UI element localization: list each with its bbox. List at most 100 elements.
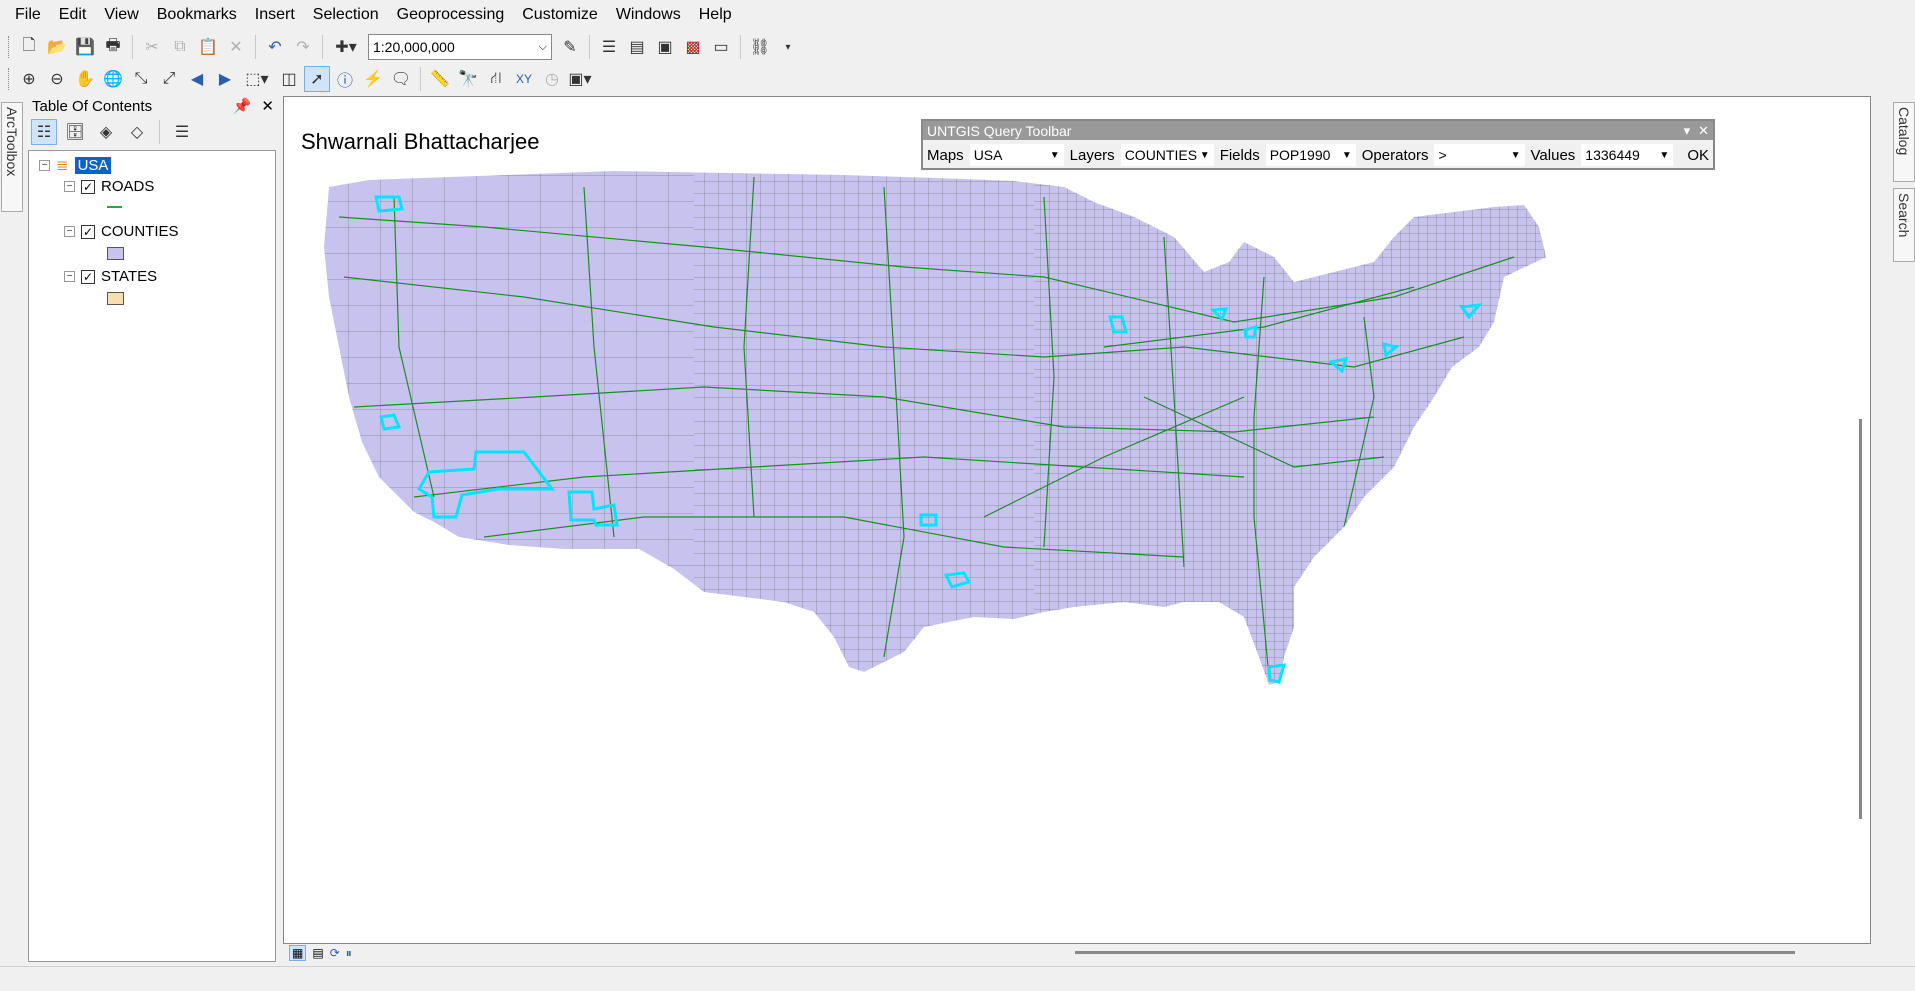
layer-visibility-checkbox[interactable]: ✓ <box>81 179 95 194</box>
menu-file[interactable]: File <box>6 0 50 30</box>
layer-visibility-checkbox[interactable]: ✓ <box>81 269 95 284</box>
time-slider-icon[interactable]: ◷ <box>539 66 565 92</box>
clear-selection-icon[interactable]: ◫ <box>276 66 302 92</box>
create-viewer-window-icon[interactable]: ▣▾ <box>567 66 593 92</box>
toolbar-grip[interactable] <box>8 36 11 58</box>
maps-label: Maps <box>927 146 964 164</box>
model-builder-icon[interactable]: ⛓ <box>747 34 773 60</box>
copy-icon[interactable]: ⧉ <box>167 34 193 60</box>
vertical-scrollbar[interactable] <box>1859 419 1862 819</box>
back-extent-icon[interactable]: ◀ <box>184 66 210 92</box>
layers-value: COUNTIES <box>1124 147 1198 163</box>
full-extent-icon[interactable]: 🌐 <box>100 66 126 92</box>
layer-name[interactable]: STATES <box>101 268 157 285</box>
collapse-icon[interactable]: − <box>39 159 50 171</box>
menu-geoprocessing[interactable]: Geoprocessing <box>388 0 514 30</box>
search-window-icon[interactable]: ▣ <box>652 34 678 60</box>
maps-dropdown[interactable]: USA ▼ <box>969 144 1064 166</box>
layer-name[interactable]: ROADS <box>101 178 154 195</box>
html-popup-icon[interactable]: 🗨 <box>388 66 414 92</box>
redo-icon[interactable]: ↷ <box>290 34 316 60</box>
toolbar-options-icon[interactable]: ▾ <box>1684 123 1691 139</box>
values-dropdown[interactable]: 1336449 ▼ <box>1581 144 1674 166</box>
arctoolbox-tab[interactable]: ArcToolbox <box>1 102 23 212</box>
menu-bookmarks[interactable]: Bookmarks <box>148 0 246 30</box>
chevron-down-icon: ▼ <box>1341 149 1352 161</box>
python-window-icon[interactable]: ▭ <box>708 34 734 60</box>
query-toolbar: UNTGIS Query Toolbar ▾ ✕ Maps USA ▼ Laye… <box>921 119 1715 170</box>
find-icon[interactable]: 🔭 <box>455 66 481 92</box>
select-elements-icon[interactable]: ➚ <box>304 66 330 92</box>
identify-icon[interactable]: ⓘ <box>332 66 358 92</box>
editor-toolbar-icon[interactable]: ✎ <box>557 34 583 60</box>
map-scale-combo[interactable]: 1:20,000,000 ⌵ <box>368 34 552 60</box>
collapse-icon[interactable]: − <box>64 226 75 237</box>
new-document-icon[interactable]: 🗋 <box>16 34 42 60</box>
find-route-icon[interactable]: ⛙ <box>483 66 509 92</box>
hyperlink-icon[interactable]: ⚡ <box>360 66 386 92</box>
catalog-window-icon[interactable]: ▤ <box>624 34 650 60</box>
print-icon[interactable]: 🖶 <box>100 34 126 60</box>
add-data-icon[interactable]: ✚▾ <box>329 34 363 60</box>
paste-icon[interactable]: 📋 <box>195 34 221 60</box>
forward-extent-icon[interactable]: ▶ <box>212 66 238 92</box>
toolbar-grip[interactable] <box>8 68 11 90</box>
list-by-drawing-order-icon[interactable]: ☷ <box>31 119 57 145</box>
layout-view-icon[interactable]: ▤ <box>312 946 323 960</box>
measure-icon[interactable]: 📏 <box>427 66 453 92</box>
pin-icon[interactable]: 📌 <box>233 97 252 115</box>
menu-customize[interactable]: Customize <box>513 0 607 30</box>
fixed-zoom-out-icon[interactable]: ⤢ <box>156 66 182 92</box>
toolbar-options-icon[interactable]: ▾ <box>775 34 801 60</box>
collapse-icon[interactable]: − <box>64 271 75 282</box>
menu-view[interactable]: View <box>95 0 147 30</box>
layer-row-counties: − ✓ COUNTIES <box>64 223 179 240</box>
menu-help[interactable]: Help <box>690 0 741 30</box>
save-icon[interactable]: 💾 <box>72 34 98 60</box>
data-view-icon[interactable]: ▦ <box>289 945 307 961</box>
cut-icon[interactable]: ✂ <box>139 34 165 60</box>
search-tab[interactable]: Search <box>1893 188 1915 262</box>
open-folder-icon[interactable]: 📂 <box>44 34 70 60</box>
operators-dropdown[interactable]: > ▼ <box>1434 144 1525 166</box>
horizontal-scrollbar[interactable] <box>1075 951 1795 954</box>
list-by-visibility-icon[interactable]: ◈ <box>93 119 119 145</box>
go-to-xy-icon[interactable]: XY <box>511 66 537 92</box>
menu-edit[interactable]: Edit <box>50 0 96 30</box>
pause-drawing-icon[interactable]: ⏸ <box>346 946 352 961</box>
toc-tree: − ≣ USA − ✓ ROADS − ✓ COUNTIES − ✓ STATE… <box>28 150 276 962</box>
list-by-source-icon[interactable]: 🗄 <box>62 119 88 145</box>
refresh-icon[interactable]: ⟳ <box>330 946 340 960</box>
fields-dropdown[interactable]: POP1990 ▼ <box>1265 144 1356 166</box>
layer-visibility-checkbox[interactable]: ✓ <box>81 224 95 239</box>
delete-icon[interactable]: ✕ <box>223 34 249 60</box>
arctoolbox-window-icon[interactable]: ▩ <box>680 34 706 60</box>
close-icon[interactable]: ✕ <box>261 97 274 115</box>
catalog-tab[interactable]: Catalog <box>1893 102 1915 182</box>
collapse-icon[interactable]: − <box>64 181 75 192</box>
list-by-selection-icon[interactable]: ◇ <box>124 119 150 145</box>
ok-button[interactable]: OK <box>1683 147 1713 164</box>
right-dock: Catalog Search <box>1893 98 1915 268</box>
fixed-zoom-in-icon[interactable]: ⤡ <box>128 66 154 92</box>
data-frame-icon: ≣ <box>56 157 69 174</box>
toolbar-separator <box>740 35 741 59</box>
layers-dropdown[interactable]: COUNTIES ▼ <box>1120 144 1214 166</box>
select-features-icon[interactable]: ⬚▾ <box>240 66 274 92</box>
query-toolbar-title-bar[interactable]: UNTGIS Query Toolbar ▾ ✕ <box>923 121 1713 140</box>
zoom-in-icon[interactable]: ⊕ <box>16 66 42 92</box>
pan-icon[interactable]: ✋ <box>72 66 98 92</box>
menu-selection[interactable]: Selection <box>304 0 388 30</box>
menu-insert[interactable]: Insert <box>246 0 304 30</box>
data-frame-name[interactable]: USA <box>74 156 112 174</box>
layout-view[interactable]: Shwarnali Bhattacharjee UNTGIS Query Too… <box>283 96 1871 944</box>
usa-map[interactable] <box>284 97 1872 945</box>
table-of-contents-icon[interactable]: ☰ <box>596 34 622 60</box>
map-scale-value: 1:20,000,000 <box>373 39 455 55</box>
undo-icon[interactable]: ↶ <box>262 34 288 60</box>
zoom-out-icon[interactable]: ⊖ <box>44 66 70 92</box>
close-icon[interactable]: ✕ <box>1698 123 1709 139</box>
layer-name[interactable]: COUNTIES <box>101 223 179 240</box>
menu-windows[interactable]: Windows <box>607 0 690 30</box>
toc-options-icon[interactable]: ☰ <box>169 119 195 145</box>
